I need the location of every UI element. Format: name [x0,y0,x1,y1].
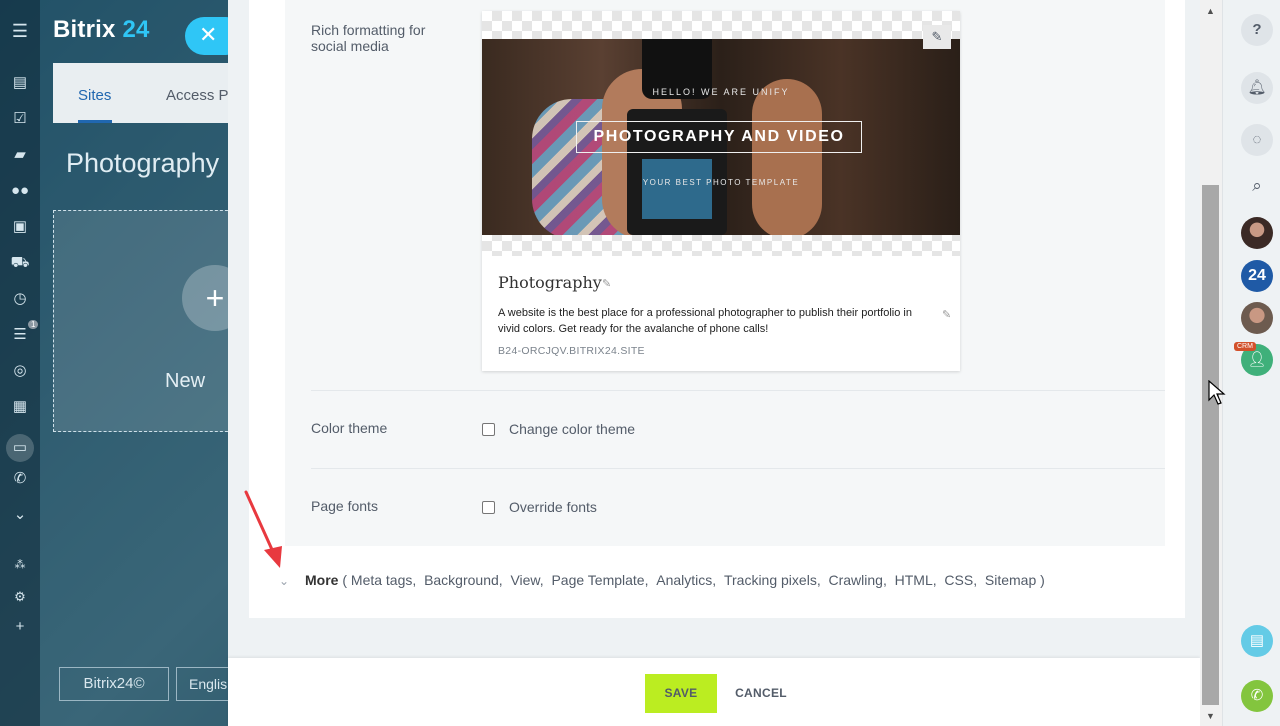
more-link-html[interactable]: HTML, [895,572,937,588]
search-icon[interactable]: ⌕ [1241,170,1273,202]
filter-icon[interactable]: ☰ [10,326,30,344]
form-area: Rich formatting for social media HELLO! … [285,0,1165,546]
social-preview-card: HELLO! WE ARE UNIFY PHOTOGRAPHY AND VIDE… [482,11,960,371]
color-theme-label: Color theme [311,420,388,436]
preview-description: A website is the best place for a profes… [498,307,912,335]
tab-access[interactable]: Access P [166,87,229,104]
edit-image-pencil-icon[interactable]: ✎ [923,25,951,49]
override-fonts-checkbox[interactable] [482,501,495,514]
shop-icon[interactable]: ⛟ [10,254,30,272]
bitrix24-logo[interactable]: Bitrix 24 [53,16,150,44]
more-link-sitemap[interactable]: Sitemap [985,572,1036,588]
red-arrow-annotation [244,490,282,568]
feed-icon[interactable]: ▤ [10,74,30,92]
vertical-scrollbar[interactable]: ▲ ▼ [1200,0,1222,726]
bell-icon[interactable]: 🔔︎ [1241,72,1273,104]
change-color-theme-label[interactable]: Change color theme [509,421,635,437]
more-toggle[interactable]: More [305,572,338,588]
bitrix24-button[interactable]: Bitrix24© [59,667,169,701]
phone-icon[interactable]: ✆ [1241,680,1273,712]
preview-title: Photography [498,273,602,292]
menu-icon[interactable]: ☰ [10,22,30,40]
save-button[interactable]: SAVE [645,674,717,713]
chevron-down-icon[interactable]: ⌄ [279,574,289,588]
tasks-icon[interactable]: ☑ [10,110,30,128]
photo-hand-right [752,79,822,235]
change-color-theme-checkbox[interactable] [482,423,495,436]
tab-sites-underline [78,120,112,123]
more-options-row: More ( Meta tags, Background, View, Page… [305,572,1045,588]
crm-icon[interactable]: ▣ [10,218,30,236]
more-link-background[interactable]: Background, [424,572,503,588]
language-button[interactable]: Englis [176,667,236,701]
preview-image-area: HELLO! WE ARE UNIFY PHOTOGRAPHY AND VIDE… [482,11,960,256]
page-title: Photography [66,148,220,178]
edit-title-pencil-icon[interactable]: ✎ [602,277,611,290]
new-site-label: New [165,370,206,392]
avatar[interactable] [1241,217,1273,249]
more-link-page-template[interactable]: Page Template, [551,572,648,588]
help-icon[interactable]: ? [1241,14,1273,46]
slider-footer: SAVE CANCEL [228,658,1200,726]
goals-icon[interactable]: ◎ [10,362,30,380]
bitrix24-badge-icon[interactable]: 24 [1241,260,1273,292]
document-icon[interactable]: ▤ [1241,625,1273,657]
banner-subtitle: YOUR BEST PHOTO TEMPLATE [642,178,800,187]
scroll-up-arrow-icon[interactable]: ▲ [1206,6,1215,16]
more-link-analytics[interactable]: Analytics, [656,572,716,588]
banner-title: PHOTOGRAPHY AND VIDEO [576,121,862,153]
phone-icon[interactable]: ✆ [10,470,30,488]
banner-hello: HELLO! WE ARE UNIFY [652,87,790,97]
time-icon[interactable]: ◷ [10,290,30,308]
crm-badge: CRM [1234,342,1256,351]
more-close-paren: ) [1036,572,1045,588]
more-link-view[interactable]: View, [510,572,543,588]
more-link-crawling[interactable]: Crawling, [829,572,887,588]
preview-photo: HELLO! WE ARE UNIFY PHOTOGRAPHY AND VIDE… [482,39,960,235]
preview-domain: B24-ORCJQV.BITRIX24.SITE [498,345,645,357]
cancel-button[interactable]: CANCEL [734,674,788,713]
more-link-css[interactable]: CSS, [944,572,977,588]
filter-badge: 1 [28,320,39,329]
chat-icon[interactable]: ▰ [10,146,30,164]
apps-icon[interactable]: ▦ [10,398,30,416]
divider [311,468,1165,469]
scroll-thumb[interactable] [1202,185,1219,705]
contacts-icon[interactable]: ●● [10,182,30,200]
mouse-cursor-icon [1208,380,1226,405]
chat-bubble-icon[interactable]: ◌ [1241,124,1273,156]
more-open-paren: ( [338,572,351,588]
photo-camera-screen [642,159,712,219]
more-link-meta-tags[interactable]: Meta tags, [351,572,416,588]
override-fonts-label[interactable]: Override fonts [509,499,597,515]
more-link-tracking-pixels[interactable]: Tracking pixels, [724,572,821,588]
avatar[interactable] [1241,302,1273,334]
divider [311,390,1165,391]
sites-icon[interactable]: ▭ [6,434,34,462]
left-sidebar: ☰ ▤ ☑ ▰ ●● ▣ ⛟ ◷ ☰ 1 ◎ ▦ ▭ ✆ ⌄ ⁂ ⚙ + [0,0,40,726]
tab-sites[interactable]: Sites [78,87,111,104]
more-icon[interactable]: ⌄ [10,506,30,524]
edit-description-pencil-icon[interactable]: ✎ [942,308,951,321]
right-sidebar: ? 🔔︎ ◌ ⌕ 24 👤︎ ▤ ✆ [1222,0,1280,726]
settings-slider: Rich formatting for social media HELLO! … [228,0,1200,726]
settings-icon[interactable]: ⚙ [10,588,30,606]
structure-icon[interactable]: ⁂ [10,556,30,574]
rich-formatting-label: Rich formatting for social media [311,22,426,54]
add-icon[interactable]: + [10,618,30,636]
slider-content: Rich formatting for social media HELLO! … [249,0,1185,618]
page-fonts-label: Page fonts [311,498,378,514]
scroll-down-arrow-icon[interactable]: ▼ [1206,711,1215,721]
